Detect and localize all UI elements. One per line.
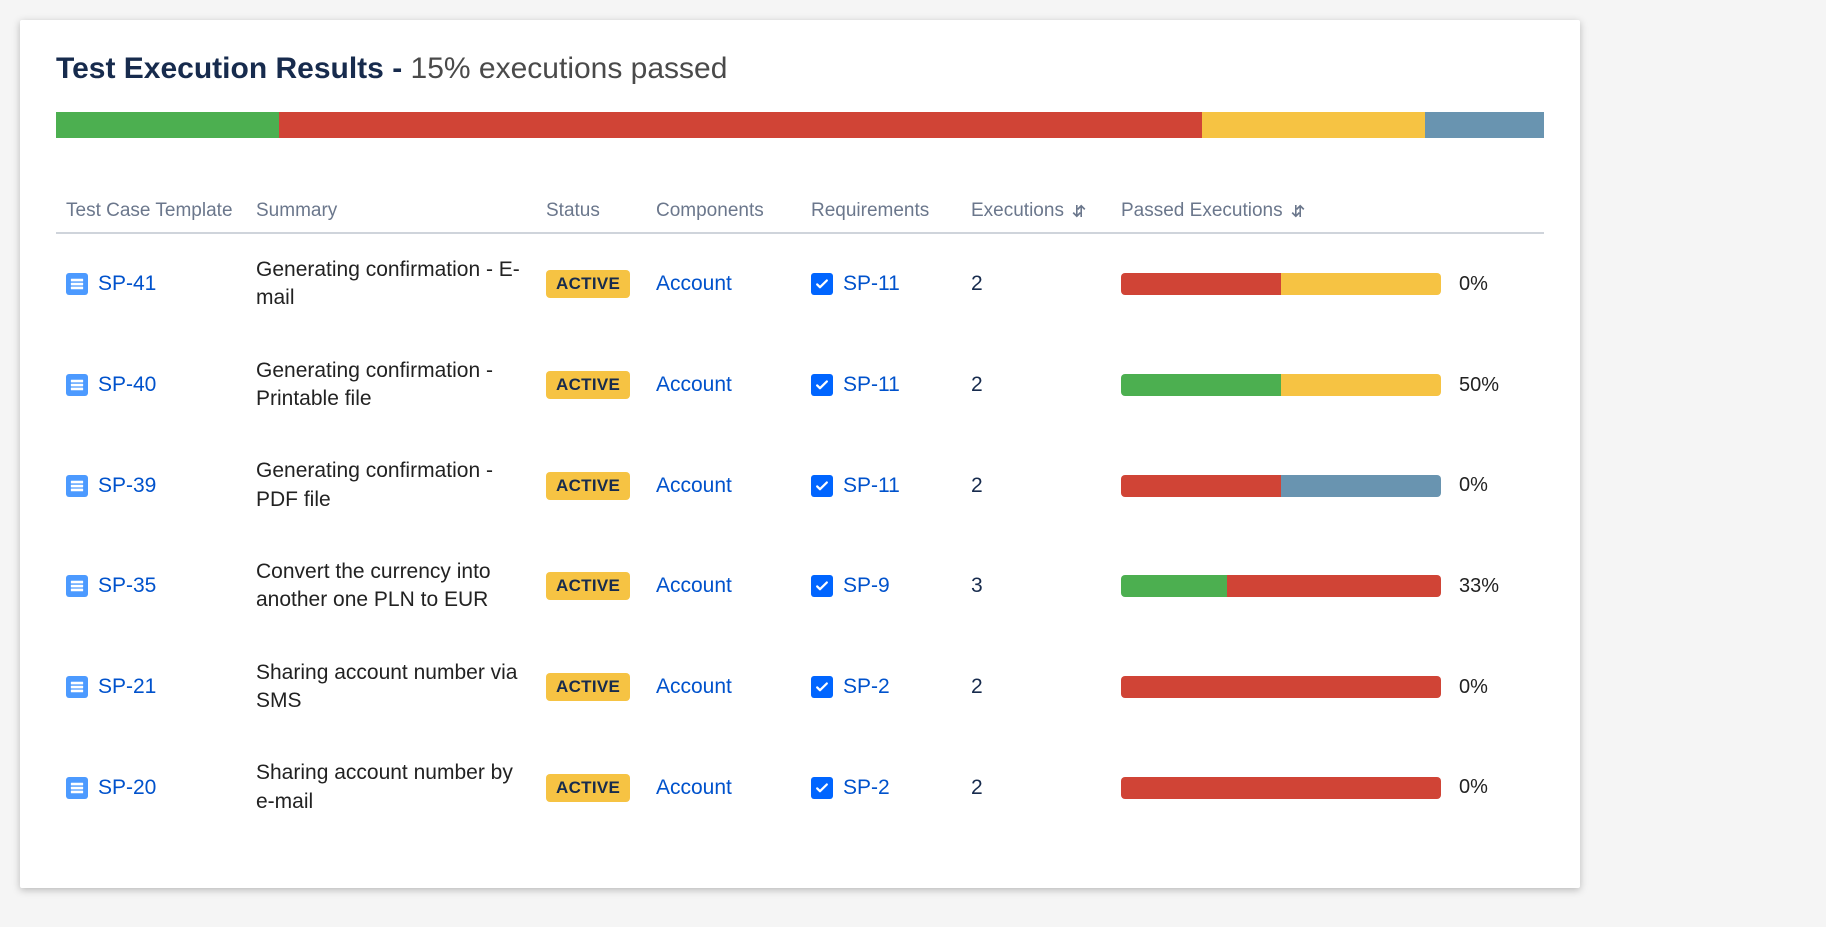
col-summary[interactable]: Summary — [246, 192, 536, 233]
component-link[interactable]: Account — [656, 272, 732, 295]
row-seg-red — [1121, 273, 1281, 295]
testcase-link[interactable]: SP-40 — [98, 373, 156, 397]
title-subtitle: 15% executions passed — [411, 52, 728, 85]
testcase-icon — [66, 475, 88, 497]
summary-text: Generating confirmation - PDF file — [256, 457, 526, 514]
col-status[interactable]: Status — [536, 192, 646, 233]
executions-count: 2 — [961, 737, 1111, 838]
table-row: SP-41 Generating confirmation - E-mail ACT… — [56, 233, 1544, 335]
component-link[interactable]: Account — [656, 574, 732, 597]
table-row: SP-40 Generating confirmation - Printable… — [56, 335, 1544, 436]
col-passed[interactable]: Passed Executions — [1111, 192, 1544, 233]
col-passed-label: Passed Executions — [1121, 200, 1283, 221]
row-seg-yellow — [1281, 374, 1441, 396]
test-execution-card: Test Execution Results - 15% executions … — [20, 20, 1580, 888]
testcase-link[interactable]: SP-41 — [98, 272, 156, 296]
row-passed-pct: 0% — [1459, 474, 1505, 497]
summary-text: Sharing account number via SMS — [256, 659, 526, 716]
check-icon — [811, 676, 833, 698]
testcase-icon — [66, 676, 88, 698]
table-row: SP-21 Sharing account number via SMS ACTIV… — [56, 637, 1544, 738]
check-icon — [811, 273, 833, 295]
row-seg-red — [1121, 475, 1281, 497]
table-row: SP-39 Generating confirmation - PDF file A… — [56, 435, 1544, 536]
testcase-icon — [66, 374, 88, 396]
summary-text: Convert the currency into another one PL… — [256, 558, 526, 615]
row-progress-bar — [1121, 374, 1441, 396]
row-progress-bar — [1121, 676, 1441, 698]
requirement-link[interactable]: SP-2 — [843, 776, 890, 800]
overall-seg-yellow: 15% — [1202, 112, 1425, 138]
testcase-icon — [66, 777, 88, 799]
testcase-link[interactable]: SP-20 — [98, 776, 156, 800]
requirement-link[interactable]: SP-2 — [843, 675, 890, 699]
col-executions[interactable]: Executions — [961, 192, 1111, 233]
col-template[interactable]: Test Case Template — [56, 192, 246, 233]
overall-seg-green: 15% — [56, 112, 279, 138]
executions-count: 2 — [961, 637, 1111, 738]
check-icon — [811, 475, 833, 497]
executions-count: 3 — [961, 536, 1111, 637]
check-icon — [811, 374, 833, 396]
testcase-icon — [66, 575, 88, 597]
table-row: SP-35 Convert the currency into another o… — [56, 536, 1544, 637]
row-progress-bar — [1121, 475, 1441, 497]
sort-icon — [1071, 203, 1087, 219]
row-seg-red — [1121, 777, 1441, 799]
status-badge: ACTIVE — [546, 774, 630, 802]
summary-text: Generating confirmation - Printable file — [256, 357, 526, 414]
row-passed-pct: 33% — [1459, 575, 1505, 598]
row-progress-bar — [1121, 777, 1441, 799]
summary-text: Generating confirmation - E-mail — [256, 256, 526, 313]
component-link[interactable]: Account — [656, 776, 732, 799]
title-main: Test Execution Results — [56, 52, 384, 85]
row-seg-green — [1121, 374, 1281, 396]
testcase-link[interactable]: SP-21 — [98, 675, 156, 699]
col-components[interactable]: Components — [646, 192, 801, 233]
check-icon — [811, 575, 833, 597]
col-executions-label: Executions — [971, 200, 1064, 221]
testcase-link[interactable]: SP-39 — [98, 474, 156, 498]
row-passed-pct: 0% — [1459, 776, 1505, 799]
executions-count: 2 — [961, 233, 1111, 335]
status-badge: ACTIVE — [546, 371, 630, 399]
overall-seg-blue: 8% — [1425, 112, 1544, 138]
requirement-link[interactable]: SP-11 — [843, 373, 900, 397]
row-passed-pct: 0% — [1459, 676, 1505, 699]
results-table: Test Case Template Summary Status Compon… — [56, 192, 1544, 838]
status-badge: ACTIVE — [546, 270, 630, 298]
component-link[interactable]: Account — [656, 373, 732, 396]
executions-count: 2 — [961, 335, 1111, 436]
check-icon — [811, 777, 833, 799]
sort-icon — [1290, 203, 1306, 219]
row-passed-pct: 0% — [1459, 273, 1505, 296]
col-requirements[interactable]: Requirements — [801, 192, 961, 233]
requirement-link[interactable]: SP-11 — [843, 474, 900, 498]
row-seg-yellow — [1281, 273, 1441, 295]
table-row: SP-20 Sharing account number by e-mail ACT… — [56, 737, 1544, 838]
executions-count: 2 — [961, 435, 1111, 536]
status-badge: ACTIVE — [546, 572, 630, 600]
row-seg-red — [1121, 676, 1441, 698]
component-link[interactable]: Account — [656, 474, 732, 497]
requirement-link[interactable]: SP-9 — [843, 574, 890, 598]
title-sep: - — [384, 52, 411, 85]
page-title: Test Execution Results - 15% executions … — [56, 52, 1544, 86]
component-link[interactable]: Account — [656, 675, 732, 698]
overall-progress-bar: 15%62%15%8% — [56, 112, 1544, 138]
requirement-link[interactable]: SP-11 — [843, 272, 900, 296]
row-progress-bar — [1121, 273, 1441, 295]
status-badge: ACTIVE — [546, 673, 630, 701]
row-seg-red — [1227, 575, 1441, 597]
row-passed-pct: 50% — [1459, 374, 1505, 397]
overall-seg-red: 62% — [279, 112, 1202, 138]
testcase-icon — [66, 273, 88, 295]
summary-text: Sharing account number by e-mail — [256, 759, 526, 816]
row-progress-bar — [1121, 575, 1441, 597]
status-badge: ACTIVE — [546, 472, 630, 500]
row-seg-blue — [1281, 475, 1441, 497]
testcase-link[interactable]: SP-35 — [98, 574, 156, 598]
row-seg-green — [1121, 575, 1227, 597]
